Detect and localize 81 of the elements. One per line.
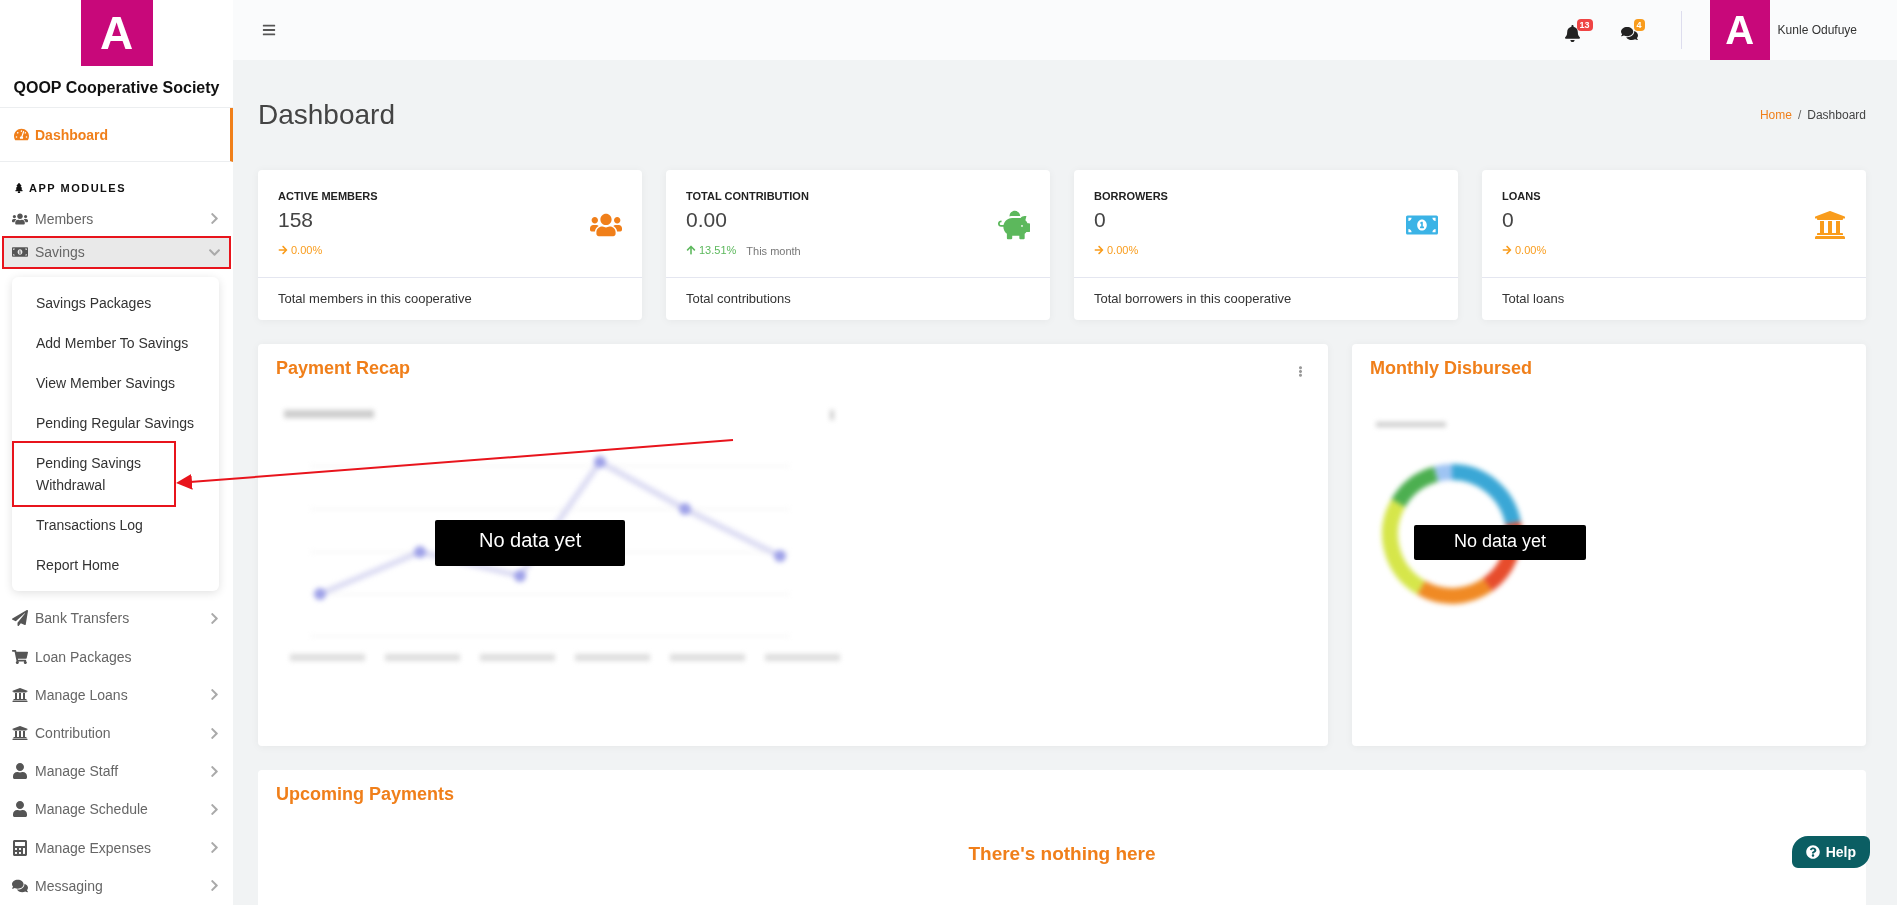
breadcrumb-separator: / — [1797, 108, 1802, 122]
stat-value: 158 — [278, 208, 315, 232]
chart-point — [414, 546, 426, 558]
chart-point — [774, 550, 786, 562]
gauge-icon — [14, 127, 29, 143]
stat-change: 0.00% — [1515, 244, 1547, 256]
chevron-right-icon — [208, 611, 221, 625]
chevron-right-icon — [208, 688, 221, 702]
empty-chart-label: No data yet — [1414, 525, 1587, 560]
empty-chart-label: No data yet — [435, 520, 626, 566]
chevron-right-icon — [208, 212, 221, 226]
page-title: Dashboard — [258, 99, 395, 131]
help-button[interactable]: Help — [1791, 836, 1870, 868]
sidebar-item[interactable]: Messaging — [2, 866, 231, 905]
sidebar-item[interactable]: Loan Packages — [2, 637, 231, 676]
card-title: Payment Recap — [276, 358, 411, 379]
logo: A — [80, 0, 153, 66]
chevron-down-icon — [208, 246, 221, 259]
chevron-right-icon — [208, 726, 221, 740]
avatar[interactable]: A — [1709, 0, 1770, 60]
paper-plane-icon — [12, 610, 28, 627]
stat-change: 0.00% — [1107, 244, 1139, 256]
chevron-right-icon — [208, 802, 221, 816]
stat-title: BORROWERS — [1094, 190, 1168, 202]
bell-icon[interactable] — [1563, 24, 1581, 42]
stat-footer: Total loans — [1482, 278, 1866, 320]
cart-icon — [12, 648, 28, 665]
submenu-item[interactable]: Savings Packages — [14, 283, 217, 324]
user-name: Kunle Odufuye — [1777, 23, 1857, 37]
calculator-icon — [12, 839, 28, 856]
stat-title: LOANS — [1502, 190, 1542, 202]
card-title: Monthly Disbursed — [1370, 358, 1532, 379]
stat-footer: Total contributions — [666, 278, 1050, 320]
stat-value: 0 — [1502, 208, 1515, 232]
chart-point — [314, 588, 326, 600]
sidebar-item[interactable]: Manage Expenses — [2, 828, 231, 867]
stat-footer: Total borrowers in this cooperative — [1074, 278, 1458, 320]
submenu-item[interactable]: Pending Regular Savings — [14, 403, 217, 444]
stat-period: This month — [746, 245, 801, 257]
chart-point — [594, 456, 606, 468]
chevron-right-icon — [208, 841, 221, 855]
person-icon — [12, 763, 28, 780]
message-count: 4 — [1633, 18, 1645, 31]
stat-value: 0.00 — [686, 208, 728, 232]
chat-icon — [12, 877, 28, 894]
empty-state-title: There's nothing here — [968, 843, 1156, 865]
menu-icon[interactable] — [262, 23, 276, 37]
stat-change: 0.00% — [291, 244, 323, 256]
card-title: Upcoming Payments — [276, 784, 455, 805]
stat-title: ACTIVE MEMBERS — [278, 190, 378, 202]
sidebar-item[interactable]: Manage Staff — [2, 752, 231, 791]
question-icon — [1805, 845, 1820, 859]
submenu-item[interactable]: Add Member To Savings — [14, 323, 217, 364]
notification-count: 13 — [1576, 18, 1593, 31]
section-title: APP MODULES — [29, 182, 126, 195]
chevron-right-icon — [208, 764, 221, 778]
sidebar-item[interactable]: Manage Schedule — [2, 790, 231, 829]
submenu-item[interactable]: Transactions Log — [14, 505, 217, 546]
sidebar-item[interactable]: Members — [2, 202, 231, 236]
sidebar-item[interactable]: Contribution — [2, 713, 231, 753]
sidebar-item[interactable]: Bank Transfers — [2, 599, 231, 638]
stat-change: 13.51% — [699, 244, 737, 256]
sidebar-item[interactable]: Manage Loans — [2, 675, 231, 714]
tree-icon — [14, 183, 24, 194]
sidebar-item[interactable]: Savings — [2, 235, 231, 270]
person-icon — [12, 801, 28, 818]
bank-icon — [12, 686, 28, 703]
chart-point — [514, 570, 526, 582]
chevron-right-icon — [208, 879, 221, 893]
stat-footer: Total members in this cooperative — [258, 278, 642, 320]
stat-value: 0 — [1094, 208, 1107, 232]
breadcrumb-link[interactable]: Dashboard — [1807, 108, 1866, 122]
stat-title: TOTAL CONTRIBUTION — [686, 190, 809, 202]
submenu-item[interactable]: View Member Savings — [14, 363, 217, 404]
blurred-chart-title — [1376, 422, 1446, 427]
submenu-item[interactable]: Report Home — [14, 545, 217, 586]
chart-point — [679, 503, 691, 515]
submenu-item[interactable]: Pending Savings Withdrawal — [14, 443, 174, 506]
bank-icon — [12, 725, 28, 742]
chat-icon[interactable] — [1620, 24, 1638, 42]
brand-name: QOOP Cooperative Society — [13, 79, 220, 97]
